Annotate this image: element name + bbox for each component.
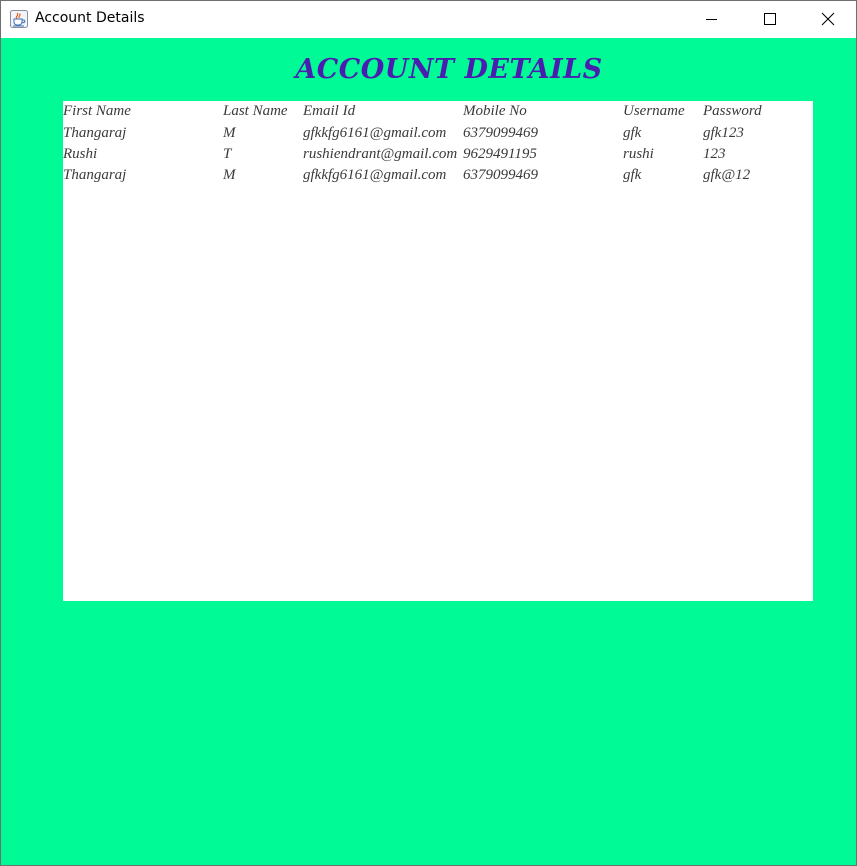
cell-username: gfk: [623, 167, 642, 183]
column-header-mobile-no[interactable]: Mobile No: [463, 101, 623, 122]
content-panel: Account Details First Name Last Name Ema…: [1, 38, 856, 865]
cell-password: 123: [703, 146, 726, 162]
column-header-username[interactable]: Username: [623, 101, 703, 122]
close-icon: [821, 12, 835, 26]
cell-mobile-no: 6379099469: [463, 167, 538, 183]
column-header-last-name[interactable]: Last Name: [223, 101, 303, 122]
table-row[interactable]: Thangaraj M gfkkfg6161@gmail.com 6379099…: [63, 165, 813, 186]
table-row[interactable]: Thangaraj M gfkkfg6161@gmail.com 6379099…: [63, 123, 813, 144]
account-details-window: Account Details Account Details First Na…: [0, 0, 857, 866]
close-button[interactable]: [798, 1, 856, 38]
cell-first-name: Thangaraj: [63, 167, 127, 183]
column-header-password[interactable]: Password: [703, 101, 813, 122]
cell-email-id: gfkkfg6161@gmail.com: [303, 167, 447, 183]
column-header-email-id[interactable]: Email Id: [303, 101, 463, 122]
page-title: Account Details: [295, 54, 603, 85]
cell-password: gfk123: [703, 125, 744, 141]
table-header-row: First Name Last Name Email Id Mobile No …: [63, 101, 813, 122]
cell-email-id: rushiendrant@gmail.com: [303, 146, 458, 162]
column-header-first-name[interactable]: First Name: [63, 101, 223, 122]
cell-first-name: Thangaraj: [63, 125, 127, 141]
table-row[interactable]: Rushi T rushiendrant@gmail.com 962949119…: [63, 144, 813, 165]
cell-last-name: M: [223, 125, 236, 141]
window-title: Account Details: [35, 10, 145, 26]
account-table[interactable]: First Name Last Name Email Id Mobile No …: [63, 101, 813, 601]
title-bar[interactable]: Account Details: [1, 1, 856, 38]
cell-email-id: gfkkfg6161@gmail.com: [303, 125, 447, 141]
java-coffee-cup-icon[interactable]: [10, 10, 28, 28]
cell-username: rushi: [623, 146, 654, 162]
cell-last-name: T: [223, 146, 232, 162]
minimize-button[interactable]: [684, 1, 742, 38]
maximize-button[interactable]: [741, 1, 799, 38]
cell-username: gfk: [623, 125, 642, 141]
maximize-icon: [764, 13, 776, 25]
cell-last-name: M: [223, 167, 236, 183]
minimize-icon: [706, 19, 717, 20]
cell-first-name: Rushi: [63, 146, 98, 162]
cell-mobile-no: 9629491195: [463, 146, 537, 162]
cell-password: gfk@12: [703, 167, 751, 183]
cell-mobile-no: 6379099469: [463, 125, 538, 141]
